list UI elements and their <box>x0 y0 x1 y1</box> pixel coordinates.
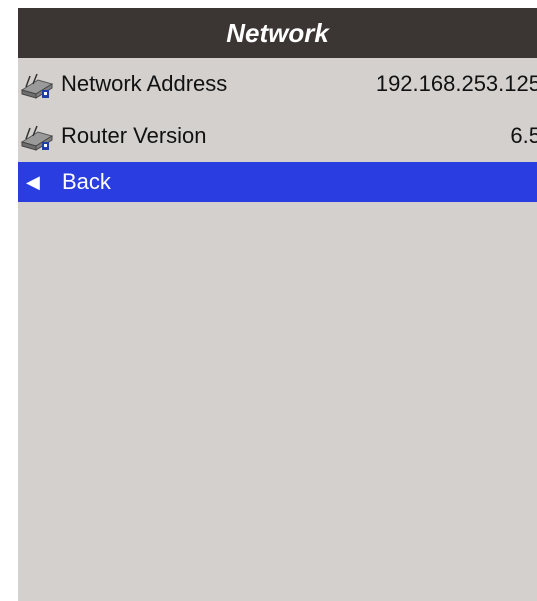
router-version-row[interactable]: Router Version 6.5 <box>18 110 537 162</box>
triangle-left-icon: ◀ <box>26 171 40 192</box>
network-address-row[interactable]: Network Address 192.168.253.125 <box>18 58 537 110</box>
router-icon <box>20 73 54 99</box>
page-title: Network <box>226 17 329 48</box>
router-version-label: Router Version <box>61 123 207 148</box>
network-address-value: 192.168.253.125 <box>375 71 537 96</box>
back-button[interactable]: ◀ Back <box>18 162 537 202</box>
network-address-label: Network Address <box>61 71 228 96</box>
network-screen: Network Network Address 192.168.253.125 … <box>18 8 537 601</box>
back-label: Back <box>62 169 111 194</box>
router-icon <box>20 125 54 151</box>
router-version-value: 6.5 <box>510 123 537 148</box>
title-bar: Network <box>18 8 537 58</box>
